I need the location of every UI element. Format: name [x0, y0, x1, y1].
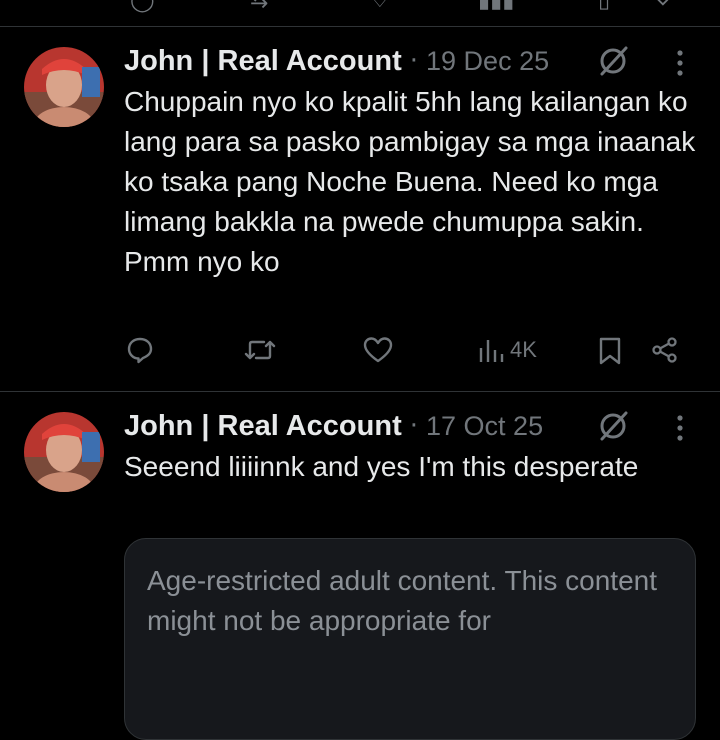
repost-icon[interactable]: ⇆ — [250, 0, 268, 13]
post-divider — [0, 26, 720, 27]
more-icon[interactable] — [668, 411, 692, 445]
reply-icon[interactable]: ◯ — [130, 0, 155, 13]
avatar[interactable] — [24, 412, 104, 492]
views-icon — [479, 340, 504, 362]
heart-icon — [363, 337, 393, 363]
view-count: 4K — [510, 337, 537, 362]
views-icon[interactable]: ▮▮▮ — [478, 0, 514, 13]
post-header: John | Real Account · 19 Dec 25 — [124, 41, 549, 81]
post-date[interactable]: 17 Oct 25 — [426, 411, 543, 442]
repost-button[interactable] — [244, 336, 276, 364]
post-header: John | Real Account · 17 Oct 25 — [124, 406, 543, 446]
bookmark-button[interactable] — [597, 336, 623, 366]
post-actions: 4K — [0, 336, 720, 376]
reply-button[interactable] — [126, 336, 154, 364]
separator: · — [409, 46, 419, 76]
share-icon — [652, 337, 677, 363]
sensitive-media-card[interactable]: Age-restricted adult content. This conte… — [124, 538, 696, 740]
grok-icon[interactable] — [596, 44, 630, 78]
avatar[interactable] — [24, 47, 104, 127]
heart-icon[interactable]: ♡ — [370, 0, 390, 13]
more-icon[interactable] — [668, 46, 692, 80]
bookmark-icon — [599, 337, 621, 365]
share-button[interactable] — [651, 336, 679, 364]
post-text: Chuppain nyo ko kpalit 5hh lang kailanga… — [124, 86, 696, 277]
author-name[interactable]: John | Real Account — [124, 45, 402, 78]
grok-icon[interactable] — [596, 409, 630, 443]
author-name[interactable]: John | Real Account — [124, 410, 402, 443]
previous-post-actions: ◯ ⇆ ♡ ▮▮▮ ▯ ⋄ — [0, 0, 720, 20]
content-warning: Age-restricted adult content. This conte… — [147, 565, 657, 636]
post-divider — [0, 391, 720, 392]
reply-icon — [127, 337, 153, 364]
repost-icon — [244, 340, 276, 360]
share-icon[interactable]: ⋄ — [656, 0, 670, 13]
views-button[interactable]: 4K — [478, 336, 537, 364]
separator: · — [409, 411, 419, 441]
like-button[interactable] — [363, 336, 393, 364]
post-text: Seeend liiiinnk and yes I'm this despera… — [124, 451, 639, 482]
post-date[interactable]: 19 Dec 25 — [426, 46, 549, 77]
bookmark-icon[interactable]: ▯ — [598, 0, 610, 13]
